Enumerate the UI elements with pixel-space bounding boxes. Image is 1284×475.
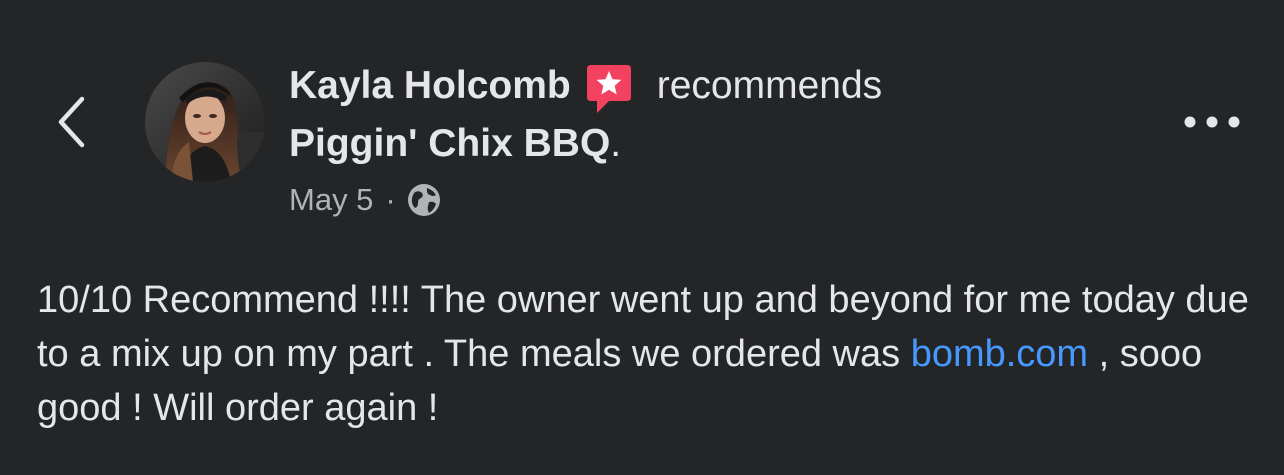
post-body: 10/10 Recommend !!!! The owner went up a… — [37, 273, 1257, 435]
globe-icon[interactable] — [406, 182, 442, 218]
post-body-link[interactable]: bomb.com — [911, 333, 1088, 375]
page-name-suffix: . — [610, 122, 622, 165]
page-name-link[interactable]: Piggin' Chix BBQ — [289, 122, 610, 165]
meta-separator: · — [385, 182, 396, 217]
recommend-star-icon — [585, 63, 633, 115]
post-title-line: Kayla Holcomb recommends — [289, 58, 1149, 114]
more-horizontal-icon — [1184, 116, 1240, 128]
more-options-button[interactable] — [1180, 104, 1244, 140]
page-line: Piggin' Chix BBQ. — [289, 114, 1149, 174]
author-avatar[interactable] — [145, 62, 265, 182]
recommends-text: recommends — [656, 64, 883, 107]
post-header: Kayla Holcomb recommends Piggin' Chix BB… — [289, 58, 1149, 222]
chevron-left-icon — [58, 96, 85, 148]
back-button[interactable] — [48, 92, 94, 152]
post-meta: May 5 · — [289, 178, 1149, 222]
post-date[interactable]: May 5 — [289, 182, 373, 218]
author-name-link[interactable]: Kayla Holcomb — [289, 58, 571, 114]
